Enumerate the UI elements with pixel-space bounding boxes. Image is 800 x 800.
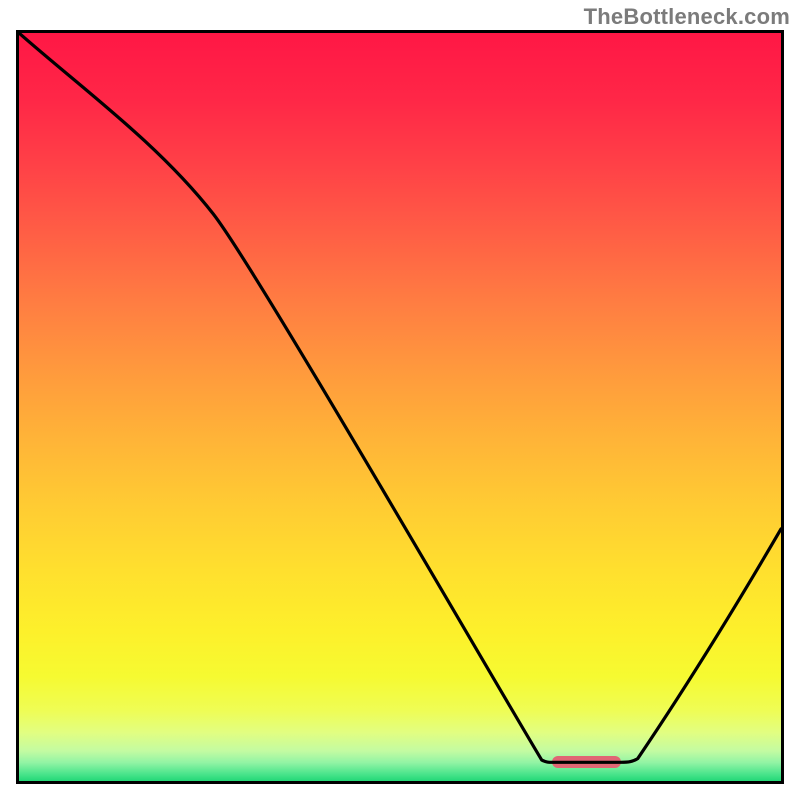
curve-path (19, 33, 781, 762)
watermark-text: TheBottleneck.com (584, 4, 790, 30)
chart-frame (16, 30, 784, 784)
bottleneck-curve (19, 33, 781, 781)
